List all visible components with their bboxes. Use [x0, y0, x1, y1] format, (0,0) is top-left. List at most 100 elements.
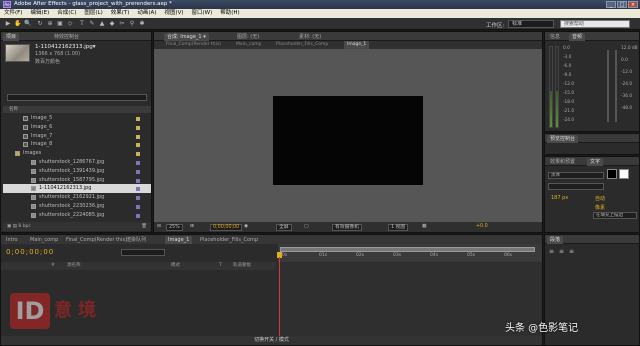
- volume-slider-left[interactable]: [607, 50, 609, 122]
- leading-value[interactable]: 自动: [595, 195, 605, 202]
- font-select[interactable]: 黑体: [548, 172, 604, 179]
- preview-icon[interactable]: ⊟: [157, 222, 161, 232]
- menu-view[interactable]: 视图(V): [160, 9, 187, 18]
- hand-tool-icon[interactable]: ✋: [14, 20, 22, 28]
- maximize-button[interactable]: □: [617, 1, 627, 8]
- label-color-swatch[interactable]: [136, 169, 140, 174]
- timeline-timecode[interactable]: 0;00;00;00: [6, 248, 54, 256]
- tab-character[interactable]: 文字: [587, 158, 604, 166]
- label-color-swatch[interactable]: [136, 117, 140, 121]
- timeline-tab[interactable]: Intro: [3, 236, 21, 244]
- new-comp-icon[interactable]: ▤: [13, 224, 17, 229]
- project-row[interactable]: Image_5: [3, 114, 151, 123]
- fill-swatch[interactable]: [619, 169, 629, 179]
- col-number[interactable]: #: [51, 262, 55, 270]
- project-row[interactable]: shutterstock_1391439.jpg: [3, 167, 151, 176]
- project-row[interactable]: Image_6: [3, 123, 151, 132]
- col-mode[interactable]: 模式: [171, 262, 180, 270]
- stroke-swatch[interactable]: [607, 169, 617, 179]
- snapshot-icon[interactable]: ◉: [244, 222, 248, 232]
- workspace-select[interactable]: 标准: [508, 20, 554, 28]
- col-source-name[interactable]: 源名称: [67, 262, 81, 270]
- project-column-name[interactable]: 名称: [3, 106, 151, 113]
- menu-edit[interactable]: 编辑(E): [26, 9, 53, 18]
- exposure-value[interactable]: +0.0: [476, 222, 488, 232]
- folder-icon[interactable]: ▣: [7, 224, 11, 229]
- star-tool-icon[interactable]: ✱: [138, 20, 146, 28]
- tab-info[interactable]: 信息: [547, 33, 563, 41]
- font-size-value[interactable]: 187 px: [551, 195, 568, 201]
- tab-layer[interactable]: 图层: (无): [234, 33, 262, 41]
- menu-file[interactable]: 文件(F): [0, 9, 26, 18]
- safe-zones-icon[interactable]: ⊞: [190, 222, 194, 232]
- comp-viewer[interactable]: [154, 49, 542, 222]
- timeline-tab[interactable]: Placeholder_Fills_Comp: [197, 236, 261, 244]
- label-color-swatch[interactable]: [136, 187, 140, 192]
- project-row[interactable]: 1-110412162313.jpg: [3, 184, 151, 194]
- label-color-swatch[interactable]: [136, 134, 140, 139]
- project-row[interactable]: shutterstock_2224085.jpg: [3, 211, 151, 220]
- pen-tool-icon[interactable]: ◇: [66, 20, 74, 28]
- project-row[interactable]: shutterstock_1587795.jpg: [3, 176, 151, 185]
- timeline-search-input[interactable]: [121, 249, 165, 256]
- bpc-label[interactable]: 8 bpc: [18, 224, 30, 229]
- timeline-tab[interactable]: Final_Comp(Render this): [63, 236, 130, 244]
- label-color-swatch[interactable]: [136, 196, 140, 201]
- rotate-tool-icon[interactable]: ↻: [36, 20, 44, 28]
- zoom-tool-icon[interactable]: 🔍: [24, 20, 32, 28]
- selection-tool-icon[interactable]: ▶: [4, 20, 12, 28]
- timeline-tracks[interactable]: [278, 262, 542, 336]
- tab-project[interactable]: 项目: [3, 33, 20, 41]
- breadcrumb-main-comp[interactable]: Main_comp: [236, 41, 261, 49]
- toggle-switches-modes[interactable]: 切换开关 / 模式: [1, 336, 542, 345]
- timeline-tab[interactable]: 渲染队列: [123, 236, 149, 244]
- align-right-icon[interactable]: ≡: [569, 248, 574, 255]
- tab-paragraph[interactable]: 段落: [547, 236, 564, 244]
- camera-select[interactable]: 有效摄像机: [332, 223, 362, 231]
- views-select[interactable]: 1 视图: [388, 223, 409, 231]
- label-color-swatch[interactable]: [136, 161, 140, 165]
- comp-frame[interactable]: [273, 96, 423, 185]
- close-button[interactable]: ×: [628, 1, 638, 8]
- label-color-swatch[interactable]: [136, 152, 140, 157]
- tab-effects-presets[interactable]: 效果和预置: [547, 158, 578, 166]
- col-t[interactable]: T: [219, 262, 222, 270]
- project-row[interactable]: Image_8: [3, 140, 151, 149]
- align-left-icon[interactable]: ≡: [549, 248, 554, 255]
- project-row[interactable]: Images: [3, 149, 151, 158]
- roto-tool-icon[interactable]: ✂: [118, 20, 126, 28]
- work-area-bar[interactable]: [280, 247, 535, 252]
- type-tool-icon[interactable]: T: [78, 20, 86, 28]
- tab-audio[interactable]: 音频: [569, 33, 586, 41]
- breadcrumb-image1[interactable]: Image_1: [344, 41, 370, 49]
- breadcrumb-final-comp[interactable]: Final_Comp(Render this): [166, 41, 221, 49]
- label-color-swatch[interactable]: [136, 143, 140, 148]
- roi-icon[interactable]: ▢: [304, 222, 309, 232]
- timeline-tab[interactable]: Main_comp: [27, 236, 61, 244]
- menu-composition[interactable]: 合成(C): [53, 9, 80, 18]
- project-row[interactable]: Image_7: [3, 132, 151, 141]
- timeline-tab[interactable]: Image_1: [165, 236, 193, 244]
- project-search-input[interactable]: [7, 94, 147, 101]
- project-row[interactable]: shutterstock_1286767.jpg: [3, 158, 151, 167]
- label-color-swatch[interactable]: [136, 125, 140, 130]
- selected-file-name[interactable]: 1-110412162313.jpg▾: [35, 44, 96, 50]
- tab-composition[interactable]: 合成: Image_1 ▾: [164, 33, 209, 41]
- breadcrumb-placeholder[interactable]: Placeholder_Fills_Comp: [276, 41, 328, 49]
- clone-tool-icon[interactable]: ▲: [98, 20, 106, 28]
- menu-effect[interactable]: 效果(T): [107, 9, 134, 18]
- resolution-select[interactable]: 全屏: [276, 223, 292, 231]
- align-center-icon[interactable]: ≡: [559, 248, 564, 255]
- project-row[interactable]: shutterstock_2230236.jpg: [3, 202, 151, 211]
- volume-slider-right[interactable]: [615, 50, 617, 122]
- label-color-swatch[interactable]: [136, 205, 140, 209]
- menu-window[interactable]: 窗口(W): [188, 9, 217, 18]
- trash-icon[interactable]: 🗑: [141, 222, 147, 231]
- viewer-timecode[interactable]: 0;00;00;00: [210, 223, 243, 231]
- help-search-input[interactable]: 搜索帮助: [560, 20, 630, 28]
- col-trackmatte[interactable]: 轨道蒙板: [233, 262, 251, 270]
- menu-layer[interactable]: 图层(L): [80, 9, 106, 18]
- tab-effect-controls[interactable]: 特效控制台: [51, 33, 82, 41]
- grid-icon[interactable]: ▦: [422, 222, 427, 232]
- menu-help[interactable]: 帮助(H): [216, 9, 243, 18]
